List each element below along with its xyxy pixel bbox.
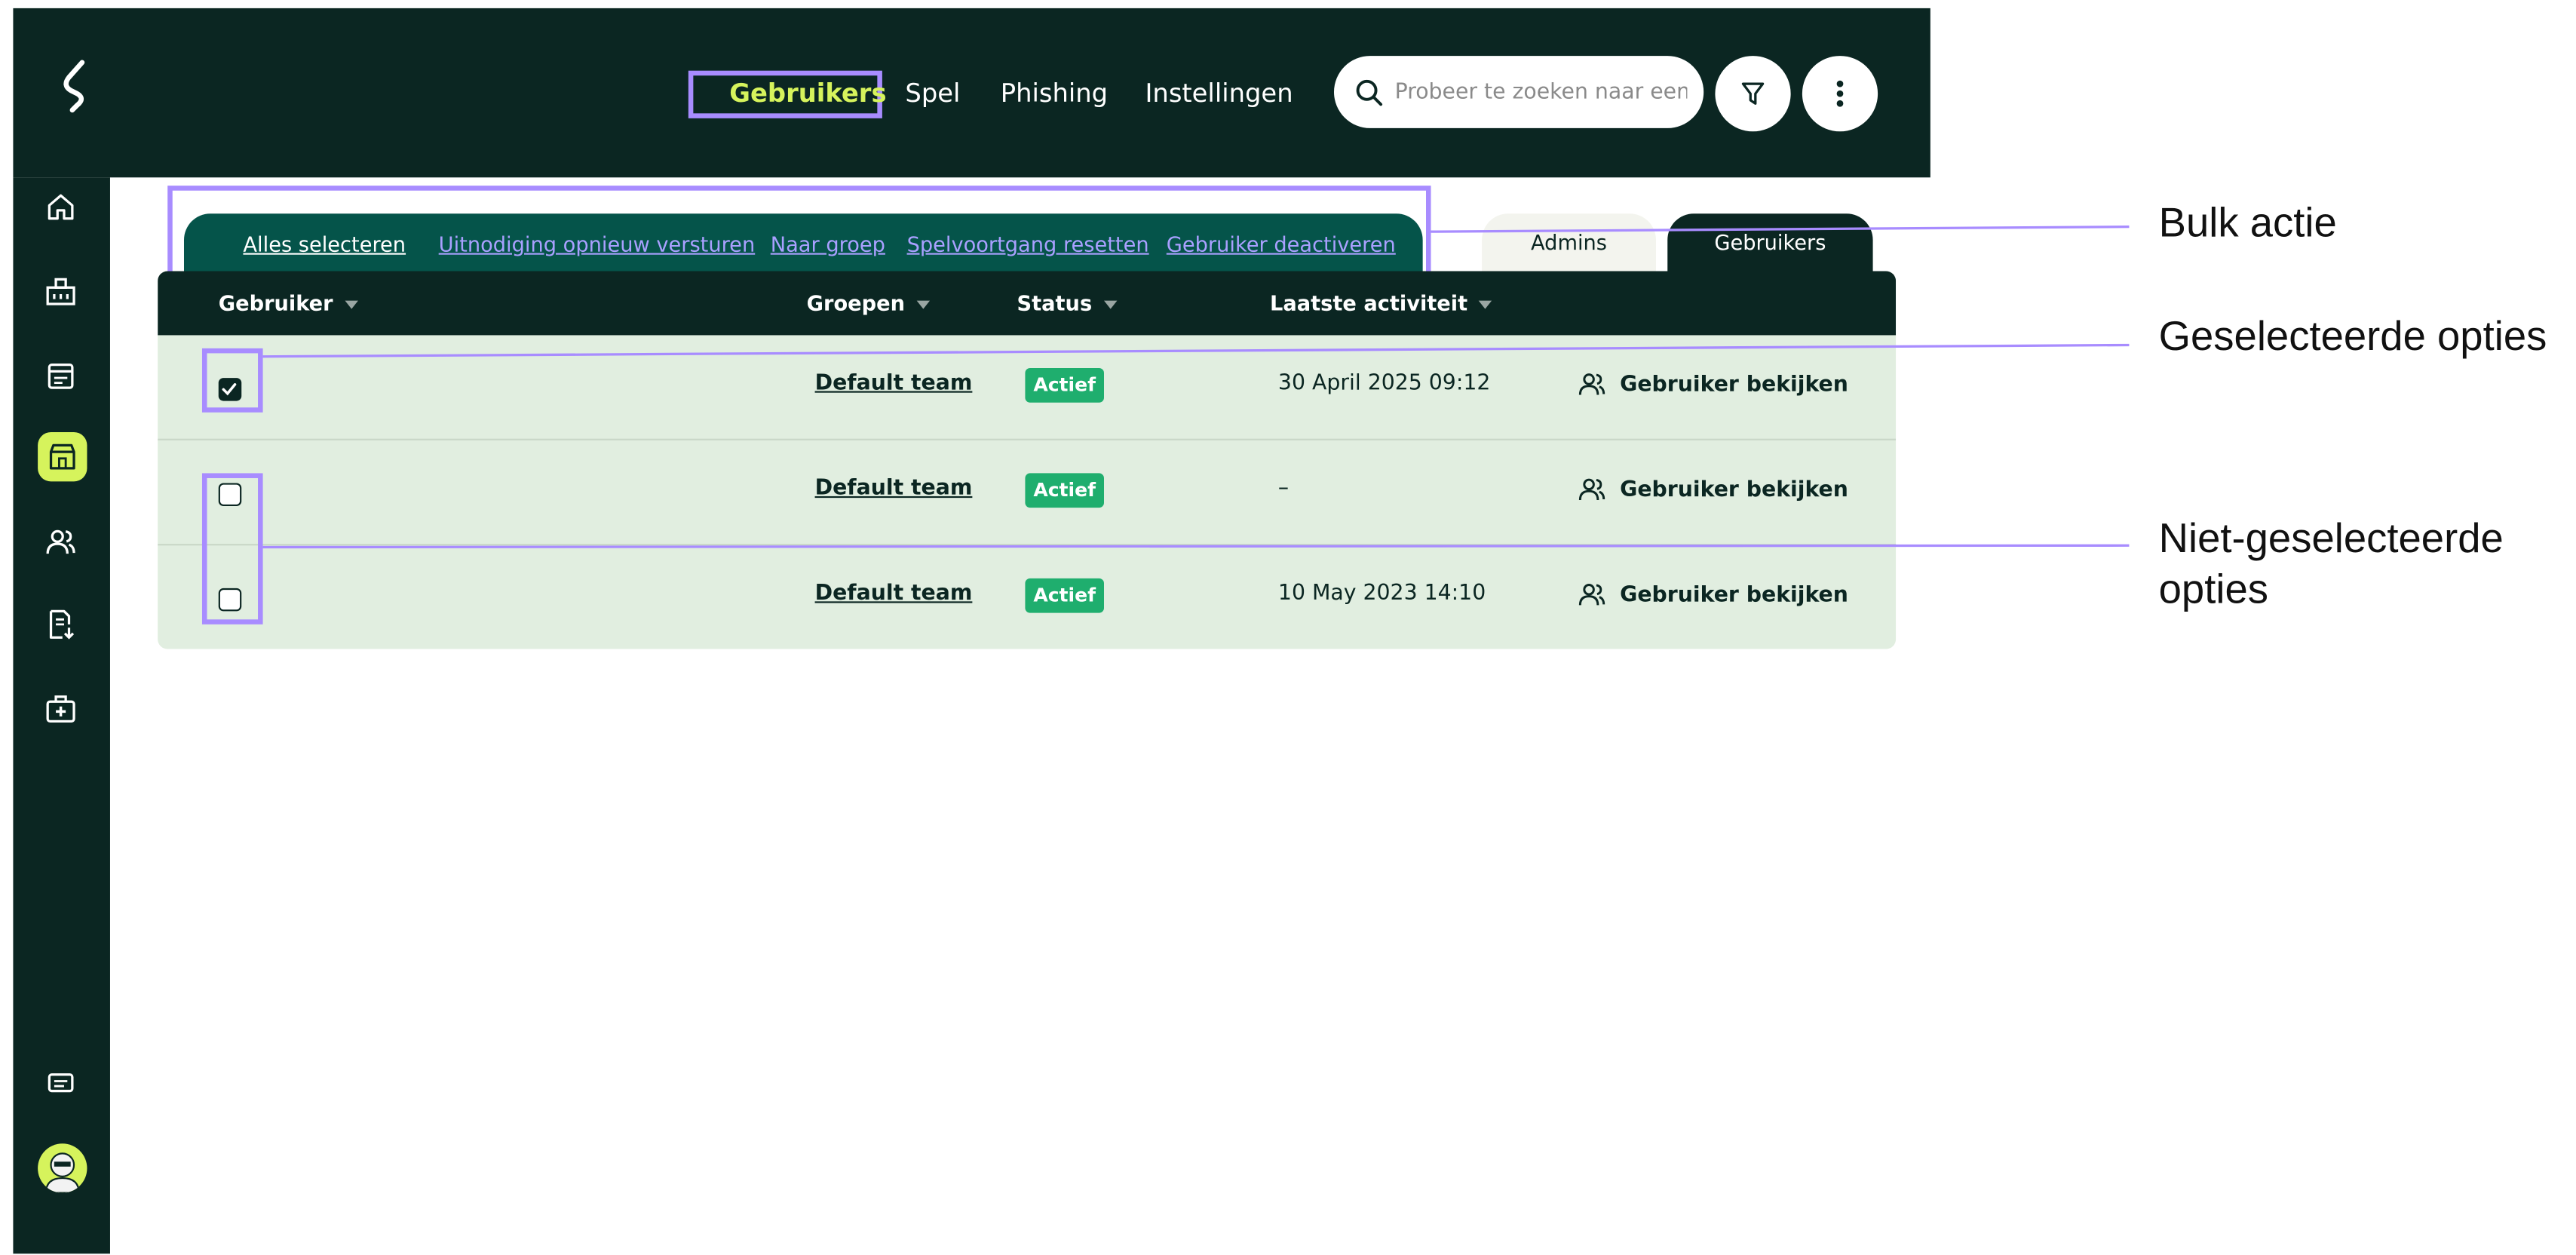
annotation-unselected-line1: Niet-geselecteerde: [2158, 516, 2504, 563]
screenshot-stage: Gebruikers Spel Phishing Instellingen Al: [0, 0, 2576, 1255]
annotation-lines: [262, 226, 2130, 549]
annotation-bulk-action: Bulk actie: [2158, 200, 2337, 247]
annotation-unselected-line2: opties: [2158, 566, 2268, 613]
annotation-selected: Geselecteerde opties: [2158, 314, 2547, 361]
